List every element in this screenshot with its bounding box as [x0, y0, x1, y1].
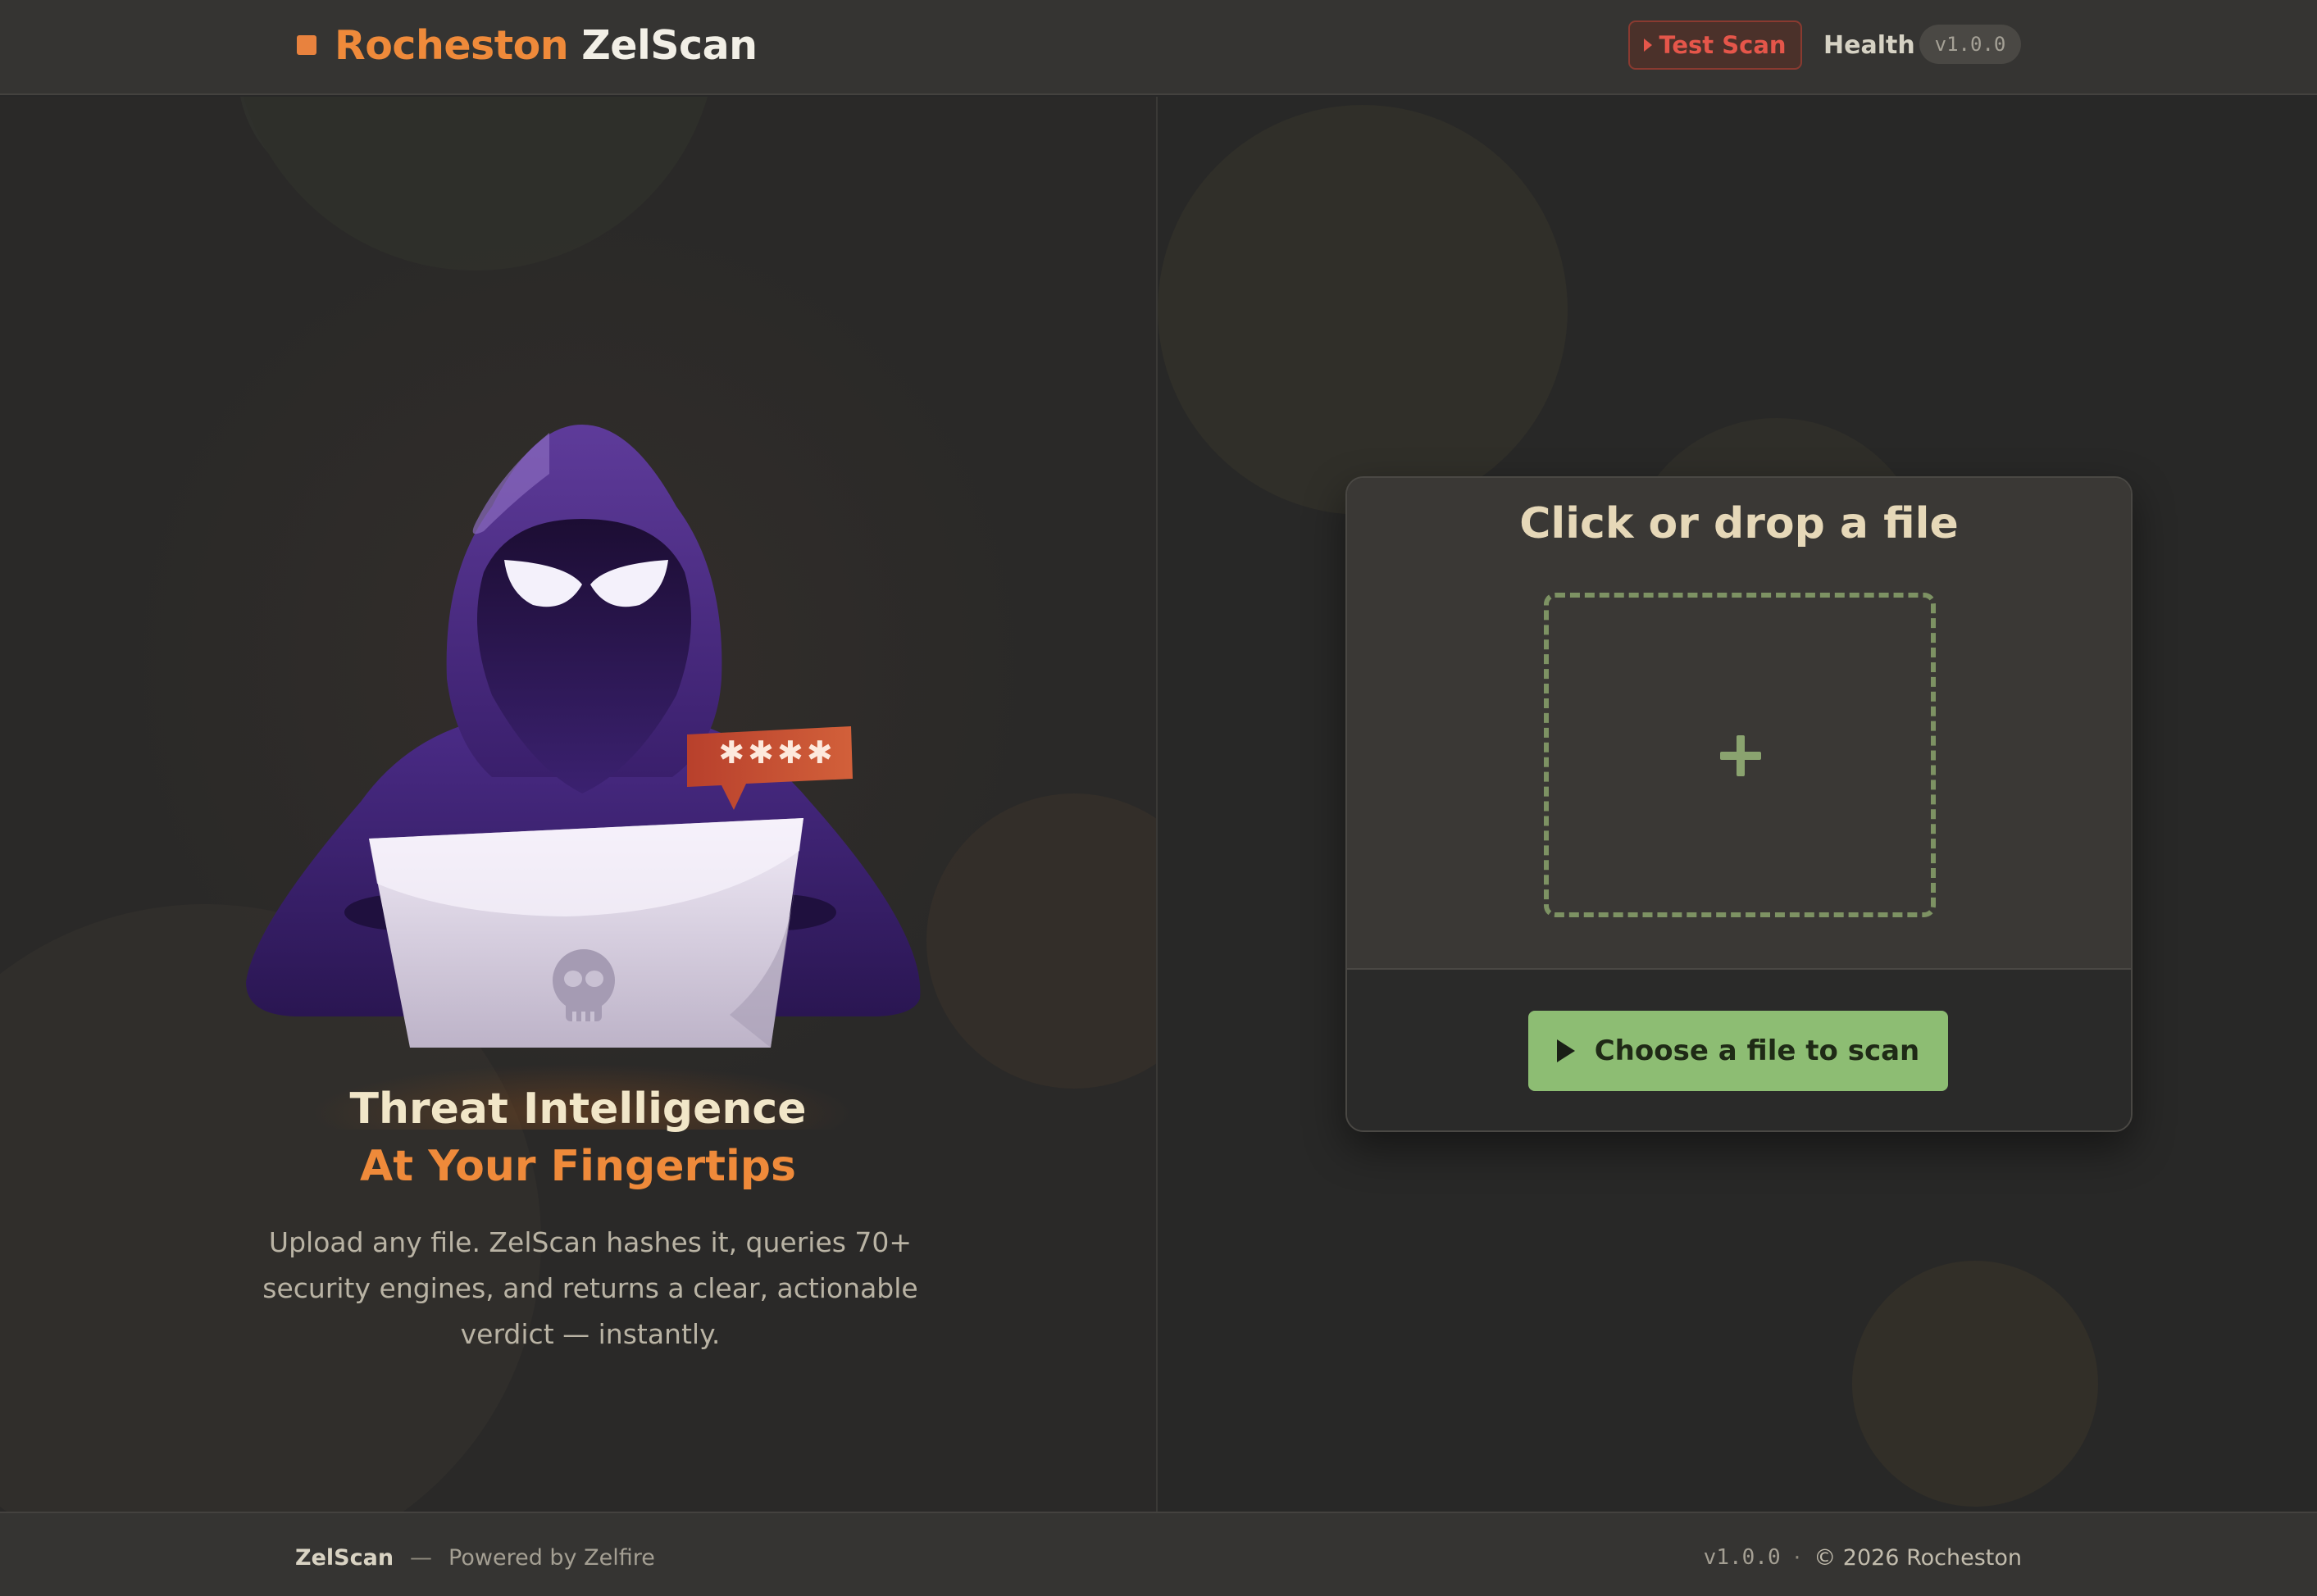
footer: ZelScan — Powered by Zelfire v1.0.0 · © …: [0, 1512, 2317, 1596]
play-icon: [1556, 1039, 1575, 1062]
decor-circle: [1158, 105, 1568, 515]
caret-right-icon: [1644, 39, 1653, 52]
hero-subtitle: At Your Fingertips: [360, 1142, 796, 1191]
plus-icon-vertical: [1737, 735, 1745, 776]
app-page: Rocheston ZelScan Test Scan Health v1.0.…: [0, 0, 2317, 1596]
footer-version: v1.0.0: [1703, 1545, 1781, 1570]
footer-meta-group: v1.0.0 · © 2026 Rocheston: [1704, 1541, 2022, 1574]
hero-description: Upload any file. ZelScan hashes it, quer…: [262, 1226, 918, 1350]
file-drop-zone[interactable]: [1544, 593, 1936, 917]
top-bar: Rocheston ZelScan Test Scan Health v1.0.…: [0, 0, 2317, 95]
hero-panel: ✱✱✱✱ Threat Intelligence At Your Fingert…: [0, 97, 1156, 1512]
hero-title: Threat Intelligence: [349, 1084, 807, 1134]
test-scan-button[interactable]: Test Scan: [1628, 20, 1802, 70]
drop-title: Click or drop a file: [1519, 499, 1959, 548]
footer-powered-by: Powered by Zelfire: [448, 1544, 655, 1571]
brand-name-secondary: ZelScan: [581, 21, 758, 69]
upload-card-footer: Choose a file to scan: [1347, 970, 2131, 1130]
brand-logo[interactable]: Rocheston ZelScan: [297, 20, 758, 70]
test-scan-label: Test Scan: [1659, 31, 1787, 59]
version-badge: v1.0.0: [1919, 25, 2021, 64]
upload-card: Click or drop a file Choose a file to sc…: [1345, 476, 2133, 1132]
hacker-illustration: [246, 425, 921, 1130]
upload-card-header: Click or drop a file: [1347, 478, 2131, 970]
footer-separator: —: [410, 1544, 433, 1571]
choose-file-label: Choose a file to scan: [1594, 1034, 1920, 1067]
footer-brand: ZelScan: [295, 1544, 394, 1571]
footer-copyright: © 2026 Rocheston: [1814, 1544, 2022, 1571]
brand-square-icon: [297, 35, 316, 55]
footer-dot: ·: [1793, 1544, 1801, 1571]
decor-circle: [1852, 1261, 2098, 1507]
password-mask-text: ✱✱✱✱: [718, 734, 836, 771]
footer-brand-group: ZelScan — Powered by Zelfire: [295, 1541, 655, 1574]
choose-file-button[interactable]: Choose a file to scan: [1528, 1011, 1948, 1091]
brand-name-primary: Rocheston: [335, 21, 569, 69]
upload-panel: Click or drop a file Choose a file to sc…: [1158, 97, 2317, 1512]
health-link[interactable]: Health: [1823, 28, 1915, 64]
